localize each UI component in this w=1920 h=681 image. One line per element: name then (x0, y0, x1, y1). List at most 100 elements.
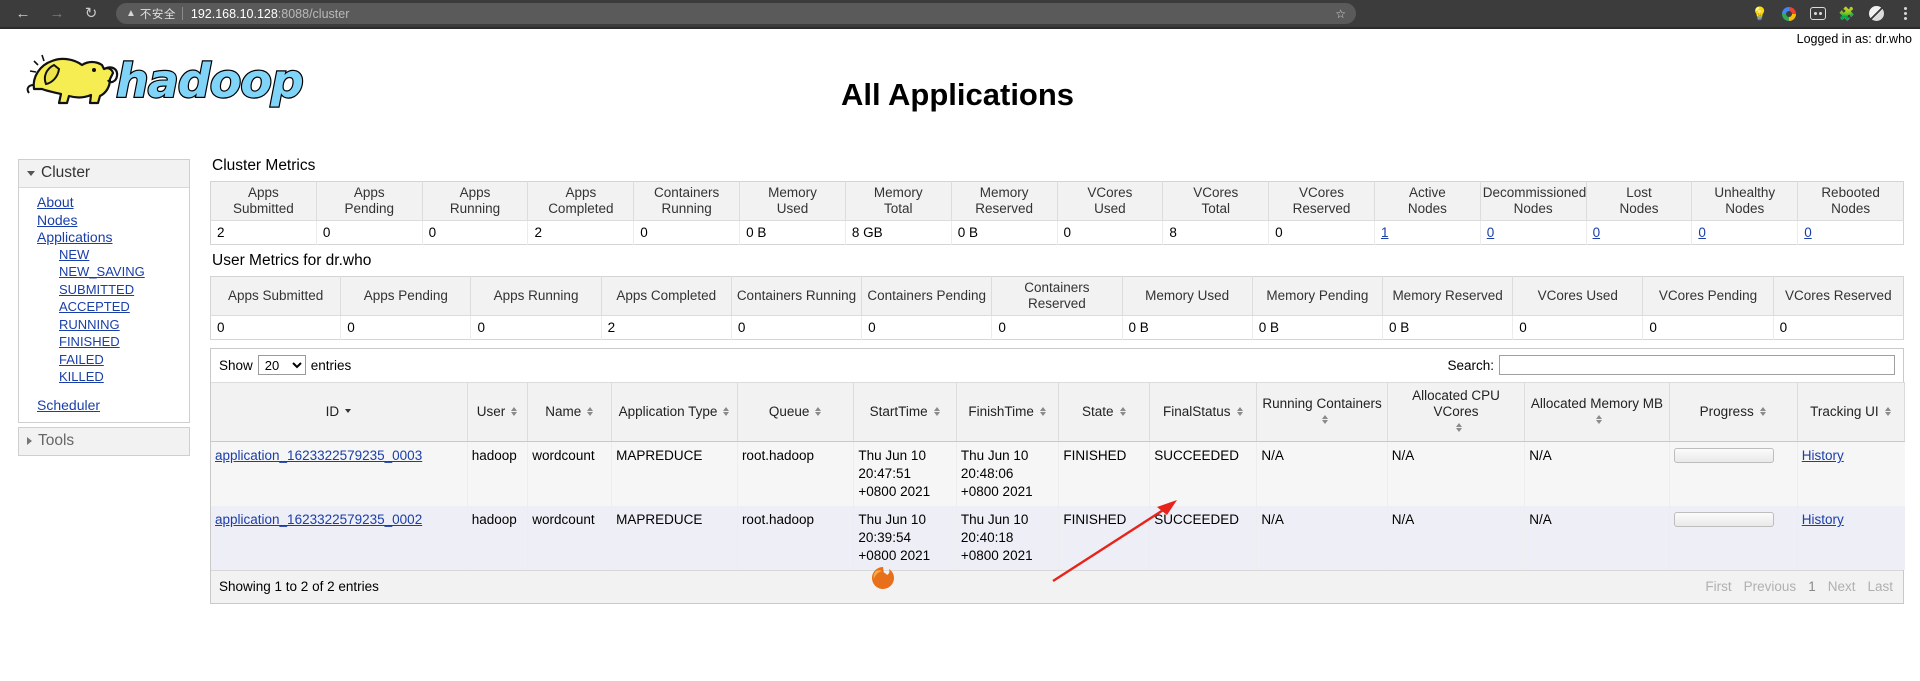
cluster-metric-value-12[interactable]: 0 (1480, 220, 1587, 245)
three-dot-menu-icon[interactable] (1896, 5, 1914, 23)
forward-arrow-icon[interactable]: → (40, 1, 74, 27)
user-metric-value-7: 0 B (1122, 315, 1253, 340)
app-user: hadoop (467, 441, 529, 506)
app-id-link[interactable]: application_1623322579235_0003 (215, 448, 422, 463)
sidebar-item-running[interactable]: RUNNING (19, 317, 189, 335)
app-tracking-ui[interactable]: History (1797, 506, 1904, 570)
apps-header-allocated-memory-mb[interactable]: Allocated Memory MB (1524, 382, 1670, 442)
cluster-metric-value-11[interactable]: 1 (1374, 220, 1481, 245)
cluster-metric-header-1: Apps Pending (316, 181, 423, 221)
sidebar-item-nodes[interactable]: Nodes (19, 212, 189, 230)
pagination-first[interactable]: First (1705, 579, 1731, 594)
user-metric-value-4: 0 (731, 315, 863, 340)
app-id[interactable]: application_1623322579235_0002 (211, 506, 468, 570)
apps-header-queue[interactable]: Queue (737, 382, 855, 442)
yarn-resourcemanager-page: Logged in as: dr.who hadoop All Applicat… (0, 29, 1920, 681)
cluster-metric-header-0: Apps Submitted (210, 181, 317, 221)
search-input[interactable] (1499, 355, 1895, 375)
cluster-metrics-table: Apps Submitted Apps Pending Apps Running Apps C… (210, 181, 1904, 245)
sidebar-item-submitted[interactable]: SUBMITTED (19, 282, 189, 300)
sidebar-item-applications[interactable]: Applications (19, 229, 189, 247)
cluster-metric-value-15[interactable]: 0 (1798, 221, 1904, 245)
apps-header-allocated-cpu-vcores[interactable]: Allocated CPU VCores (1387, 382, 1526, 442)
sort-arrows-icon (510, 406, 518, 417)
show-label: Show (219, 357, 253, 373)
sidebar-item-new[interactable]: NEW (19, 247, 189, 265)
back-arrow-icon[interactable]: ← (6, 1, 40, 27)
browser-nav-buttons: ← → ↻ (0, 1, 108, 27)
browser-extension-icons: 💡 🧩 (1751, 0, 1914, 27)
pagination-previous[interactable]: Previous (1744, 579, 1797, 594)
user-metric-header-1: Apps Pending (340, 276, 472, 316)
cluster-metrics-value-row: 200200 B8 GB 0 B08010000 (210, 220, 1904, 245)
pagination-next[interactable]: Next (1828, 579, 1856, 594)
main-content: Cluster Metrics Apps Submitted Apps Pending… (210, 157, 1906, 604)
user-metric-header-4: Containers Running (731, 276, 863, 316)
datatable-pagination: First Previous 1 Next Last (1705, 579, 1893, 594)
apps-header-starttime[interactable]: StartTime (853, 382, 957, 442)
sort-arrows-icon (1321, 414, 1329, 425)
user-metric-value-1: 0 (340, 315, 472, 340)
apps-header-id[interactable]: ID (211, 382, 468, 442)
app-tracking-ui[interactable]: History (1797, 442, 1904, 507)
app-tracking-ui-link[interactable]: History (1802, 448, 1844, 463)
app-state: FINISHED (1058, 506, 1151, 570)
cluster-metric-header-10: VCores Reserved (1268, 181, 1375, 221)
pagination-page-1[interactable]: 1 (1808, 579, 1816, 594)
apps-header-application-type[interactable]: Application Type (611, 382, 738, 442)
sidebar-section-tools[interactable]: Tools (18, 427, 190, 456)
sidebar-item-killed[interactable]: KILLED (19, 369, 189, 387)
app-id-link[interactable]: application_1623322579235_0002 (215, 512, 422, 527)
sidebar-section-cluster[interactable]: Cluster (19, 160, 189, 188)
page-length-select[interactable]: 204060100 (257, 355, 306, 375)
sidebar-item-accepted[interactable]: ACCEPTED (19, 299, 189, 317)
cluster-metric-value-14[interactable]: 0 (1691, 220, 1799, 245)
security-warning-label: 不安全 (139, 8, 176, 21)
sidebar-item-failed[interactable]: FAILED (19, 352, 189, 370)
google-account-icon[interactable] (1780, 5, 1798, 23)
apps-header-finishtime[interactable]: FinishTime (956, 382, 1060, 442)
table-row: application_1623322579235_0002 hadoop word… (211, 506, 1905, 570)
datatable-controls: Show 204060100 entries Search: (211, 349, 1903, 382)
apps-header-name[interactable]: Name (527, 382, 613, 442)
app-tracking-ui-link[interactable]: History (1802, 512, 1844, 527)
firefox-icon[interactable] (869, 565, 897, 591)
sidebar-item-new-saving[interactable]: NEW_SAVING (19, 264, 189, 282)
sidebar-item-about[interactable]: About (19, 194, 189, 212)
apps-header-running-containers[interactable]: Running Containers (1256, 382, 1388, 442)
apps-header-tracking-ui[interactable]: Tracking UI (1797, 382, 1906, 442)
datatable-footer: Showing 1 to 2 of 2 entries First Previo… (211, 570, 1903, 603)
apps-header-progress[interactable]: Progress (1669, 382, 1798, 442)
cluster-metric-header-12: Decommissioned Nodes (1480, 181, 1587, 221)
cluster-metric-header-2: Apps Running (422, 181, 529, 221)
address-bar[interactable]: ▲ 不安全 192.168.10.128:8088/cluster ☆ (116, 3, 1356, 24)
pagination-last[interactable]: Last (1867, 579, 1893, 594)
sidebar-item-finished[interactable]: FINISHED (19, 334, 189, 352)
applications-header-row: ID User Name Application Type Queue StartTime… (211, 382, 1906, 442)
cluster-metric-header-15: Rebooted Nodes (1797, 181, 1904, 221)
sidebar-item-scheduler[interactable]: Scheduler (19, 397, 189, 415)
cluster-metric-value-3: 2 (527, 220, 635, 245)
cluster-metric-value-10: 0 (1268, 220, 1375, 245)
app-id[interactable]: application_1623322579235_0003 (211, 441, 468, 506)
cluster-metrics-label: Cluster Metrics (212, 157, 316, 174)
page-title: All Applications (840, 77, 1075, 112)
apps-header-user[interactable]: User (467, 382, 529, 442)
cluster-metric-header-3: Apps Completed (527, 181, 635, 221)
bookmark-star-icon[interactable]: ☆ (1335, 7, 1346, 21)
reload-icon[interactable]: ↻ (74, 1, 108, 27)
user-metric-value-11: 0 (1642, 315, 1774, 340)
cluster-metric-value-2: 0 (422, 220, 529, 245)
puzzle-extension-icon[interactable]: 🧩 (1838, 5, 1856, 23)
lightbulb-icon[interactable]: 💡 (1751, 5, 1769, 23)
user-metric-header-7: Memory Used (1122, 276, 1253, 316)
profile-avatar-icon[interactable] (1867, 5, 1885, 23)
cluster-metric-value-13[interactable]: 0 (1586, 220, 1693, 245)
progress-bar (1673, 512, 1774, 527)
extension-box-icon[interactable] (1809, 5, 1827, 23)
cluster-metric-value-5: 0 B (739, 220, 846, 245)
apps-header-finalstatus[interactable]: FinalStatus (1149, 382, 1258, 442)
sort-arrows-icon (586, 406, 594, 417)
cluster-metric-value-9: 8 (1162, 220, 1270, 245)
apps-header-state[interactable]: State (1058, 382, 1151, 442)
